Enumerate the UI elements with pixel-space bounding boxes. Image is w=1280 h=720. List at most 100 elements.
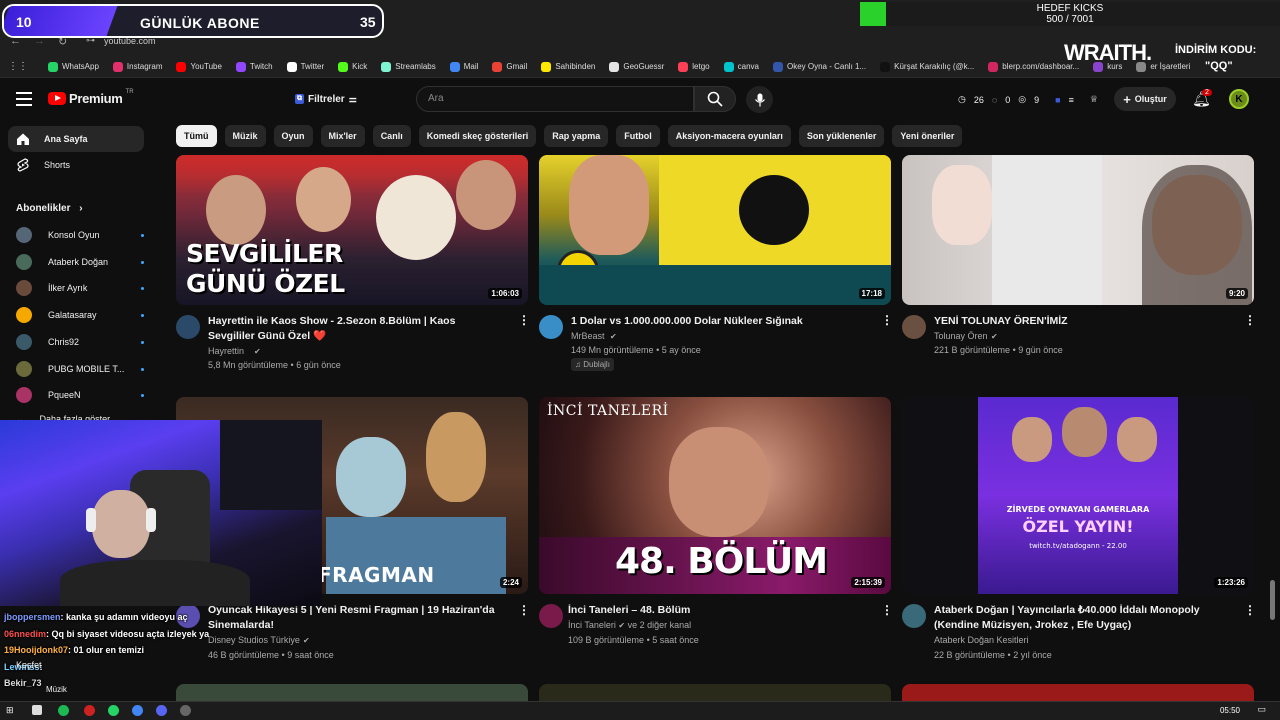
bookmark-item[interactable]: WhatsApp xyxy=(48,61,99,72)
video-stats: 22 B görüntüleme • 2 yıl önce xyxy=(934,650,1052,660)
channel-avatar[interactable] xyxy=(176,315,200,339)
chip[interactable]: Futbol xyxy=(616,125,660,147)
video-duration: 9:20 xyxy=(1225,288,1248,299)
person-shirt xyxy=(992,155,1102,305)
app-icon[interactable] xyxy=(84,705,95,716)
channel-avatar[interactable] xyxy=(539,315,563,339)
chip[interactable]: Son yüklenenler xyxy=(798,125,885,147)
bookmark-item[interactable]: letgo xyxy=(678,61,710,72)
sidebar-subscription[interactable]: PqueeN xyxy=(16,385,144,405)
bookmark-item[interactable]: Kick xyxy=(338,61,367,72)
bookmark-item[interactable]: Instagram xyxy=(112,61,162,72)
chip[interactable]: Rap yapma xyxy=(544,125,609,147)
chip[interactable]: Oyun xyxy=(273,125,313,147)
extension-stats[interactable]: ◷ 26 ◌ 0 ◎ 9 ■ ≡ ♕ xyxy=(958,94,1098,105)
sidebar-item-home[interactable]: Ana Sayfa xyxy=(8,126,144,152)
sidebar-subscription[interactable]: İlker Ayrık xyxy=(16,278,144,298)
bookmark-item[interactable]: canva xyxy=(723,61,759,72)
chip[interactable]: Mix'ler xyxy=(320,125,365,147)
bookmark-item[interactable]: GeoGuessr xyxy=(609,61,664,72)
video-thumbnail[interactable]: ZİRVEDE OYNAYAN GAMERLARA ÖZEL YAYIN! tw… xyxy=(902,397,1254,594)
channel-avatar[interactable] xyxy=(902,315,926,339)
bookmark-item[interactable]: Kürşat Karakılıç (@k... xyxy=(880,61,974,72)
channel-name[interactable]: Hayrettin xyxy=(208,344,244,359)
channel-name[interactable]: Ataberk Doğan Kesitleri xyxy=(934,633,1029,648)
chip[interactable]: Canlı xyxy=(372,125,411,147)
bookmark-item[interactable]: Streamlabs xyxy=(381,61,436,72)
sidebar-subscription[interactable]: PUBG MOBILE T... xyxy=(16,359,144,379)
whatsapp-icon[interactable] xyxy=(108,705,119,716)
video-title[interactable]: Ataberk Doğan | Yayıncılarla ₺40.000 İdd… xyxy=(934,603,1239,633)
sidebar-item-explore[interactable]: Keşfet xyxy=(16,660,42,670)
bookmark-item[interactable]: Twitch xyxy=(235,61,273,72)
filters-button[interactable]: ⧉ Filtreler ⚌ xyxy=(287,88,365,110)
new-content-dot xyxy=(141,234,144,237)
spotify-icon[interactable] xyxy=(58,705,69,716)
windows-start-icon[interactable]: ⊞ xyxy=(6,705,14,716)
bookmark-item[interactable]: Gmail xyxy=(492,61,528,72)
channel-name[interactable]: Tolunay Ören xyxy=(934,329,988,344)
video-thumbnail[interactable] xyxy=(902,684,1254,701)
youtube-logo[interactable]: Premium TR xyxy=(48,89,134,106)
obs-icon[interactable] xyxy=(180,705,191,716)
more-options-icon[interactable]: ⋮ xyxy=(1244,603,1256,617)
view-count: 109 B görüntüleme xyxy=(568,635,645,645)
sidebar-subscription[interactable]: Konsol Oyun xyxy=(16,225,144,245)
video-thumbnail[interactable]: İNCİ TANELERİ 48. BÖLÜM 2:15:39 xyxy=(539,397,891,594)
video-thumbnail[interactable] xyxy=(539,684,891,701)
bookmark-item[interactable]: Okey Oyna - Canlı 1... xyxy=(772,61,866,72)
search-button[interactable] xyxy=(694,86,736,112)
discord-icon[interactable] xyxy=(156,705,167,716)
notification-center-icon[interactable]: ▭ xyxy=(1257,704,1266,715)
sidebar-item-music[interactable]: Müzik xyxy=(46,685,67,694)
more-options-icon[interactable]: ⋮ xyxy=(518,603,530,617)
extension-icon[interactable]: ■ xyxy=(1055,95,1060,105)
more-options-icon[interactable]: ⋮ xyxy=(881,313,893,327)
more-options-icon[interactable]: ⋮ xyxy=(518,313,530,327)
chip[interactable]: Komedi skeç gösterileri xyxy=(418,125,537,147)
app-icon[interactable] xyxy=(32,705,42,715)
create-button[interactable]: + Oluştur xyxy=(1114,87,1176,111)
video-title[interactable]: 1 Dolar vs 1.000.000.000 Dolar Nükleer S… xyxy=(571,314,861,329)
chip[interactable]: Aksiyon-macera oyunları xyxy=(667,125,791,147)
channel-name[interactable]: MrBeast xyxy=(571,329,605,344)
bookmark-item[interactable]: Twitter xyxy=(286,61,324,72)
bookmark-item[interactable]: Sahibinden xyxy=(541,61,595,72)
upload-age: 5 saat önce xyxy=(652,635,699,645)
chip[interactable]: Tümü xyxy=(176,125,217,147)
video-title[interactable]: Hayrettin ile Kaos Show - 2.Sezon 8.Bölü… xyxy=(208,314,498,344)
video-thumbnail[interactable]: 17:18 xyxy=(539,155,891,305)
more-options-icon[interactable]: ⋮ xyxy=(881,603,893,617)
voice-search-button[interactable] xyxy=(746,86,773,113)
apps-icon[interactable]: ⋮⋮ xyxy=(8,61,28,72)
scrollbar-thumb[interactable] xyxy=(1270,580,1275,620)
sidebar-subscription[interactable]: Chris92 xyxy=(16,332,144,352)
bookmark-item[interactable]: Mail xyxy=(449,61,478,72)
avatar[interactable]: K xyxy=(1229,89,1249,109)
thumbnail-face xyxy=(669,427,769,537)
search-input[interactable]: Ara xyxy=(416,86,694,112)
chat-username: 19Hooijdonk07 xyxy=(4,645,69,655)
channel-line[interactable]: İnci Taneleri ✔ ve 2 diğer kanal xyxy=(568,618,691,633)
sidebar-item-shorts[interactable]: Shorts xyxy=(8,152,144,178)
channel-avatar[interactable] xyxy=(539,604,563,628)
subscriptions-heading[interactable]: Abonelikler › xyxy=(16,203,83,214)
bookmark-label: Gmail xyxy=(506,62,528,71)
more-options-icon[interactable]: ⋮ xyxy=(1244,313,1256,327)
chip[interactable]: Yeni öneriler xyxy=(892,125,963,147)
sub-goal-overlay: 10 GÜNLÜK ABONE 35 xyxy=(2,4,384,38)
video-title[interactable]: İnci Taneleri – 48. Bölüm xyxy=(568,603,858,618)
subscriptions-title: Abonelikler xyxy=(16,203,71,214)
chip[interactable]: Müzik xyxy=(224,125,266,147)
video-thumbnail[interactable]: 9:20 xyxy=(902,155,1254,305)
list-icon[interactable]: ≡ xyxy=(1069,95,1074,105)
bookmark-item[interactable]: YouTube xyxy=(176,61,222,72)
menu-icon[interactable] xyxy=(16,92,32,106)
channel-avatar[interactable] xyxy=(902,604,926,628)
sidebar-subscription[interactable]: Ataberk Doğan xyxy=(16,252,144,272)
chrome-icon[interactable] xyxy=(132,705,143,716)
sidebar-subscription[interactable]: Galatasaray xyxy=(16,305,144,325)
video-thumbnail[interactable]: SEVGİLİLER GÜNÜ ÖZEL 1:06:03 xyxy=(176,155,528,305)
video-title[interactable]: YENİ TOLUNAY ÖREN'İMİZ xyxy=(934,314,1224,329)
trophy-icon[interactable]: ♕ xyxy=(1090,94,1098,105)
